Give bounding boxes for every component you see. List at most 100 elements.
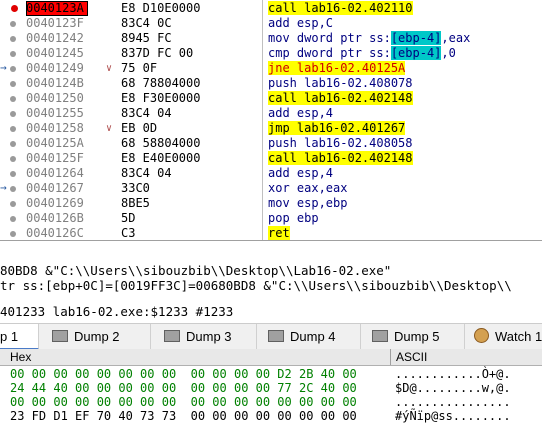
instruction: add esp,C <box>268 16 334 30</box>
breakpoint-icon[interactable] <box>11 5 18 12</box>
gutter[interactable] <box>0 46 26 61</box>
line-dot-icon[interactable] <box>10 171 16 177</box>
address: 0040125F <box>26 151 84 165</box>
disasm-row[interactable]: 00401245 837D FC 00 cmp dword ptr ss:[ebp-… <box>0 46 542 61</box>
opcode-bytes: 33C0 <box>121 181 150 195</box>
gutter[interactable] <box>0 226 26 240</box>
instruction: pop ebp <box>268 211 319 225</box>
gutter[interactable] <box>0 196 26 211</box>
gutter[interactable] <box>0 166 26 181</box>
disasm-row[interactable]: 0040126B 5D pop ebp <box>0 211 542 226</box>
gutter[interactable] <box>0 31 26 46</box>
opcode-bytes: E8 D10E0000 <box>121 1 201 15</box>
opcode-bytes: 75 0F <box>121 61 158 75</box>
gutter[interactable] <box>0 211 26 226</box>
opcode-bytes: 8BE5 <box>121 196 150 210</box>
tab-dump-5[interactable]: Dump 5 <box>360 324 465 350</box>
tab-watch-1[interactable]: Watch 1 <box>464 324 542 350</box>
dump-tab-bar: p 1 Dump 2 Dump 3 Dump 4 Dump 5 Watch 1 <box>0 323 542 351</box>
tab-label: Dump 2 <box>74 329 120 344</box>
line-dot-icon[interactable] <box>10 231 16 237</box>
disasm-row[interactable]: 0040125F E8 E40E0000 call lab16-02.402148 <box>0 151 542 166</box>
dump-icon <box>372 330 388 342</box>
tab-dump-1[interactable]: p 1 <box>0 324 39 350</box>
address: 00401267 <box>26 181 84 195</box>
gutter[interactable] <box>0 1 26 16</box>
hex-bytes: 24 44 40 00 00 00 00 00 00 00 00 00 77 2… <box>10 381 357 395</box>
tab-dump-4[interactable]: Dump 4 <box>256 324 361 350</box>
gutter[interactable] <box>0 136 26 151</box>
line-dot-icon[interactable] <box>10 66 16 72</box>
line-dot-icon[interactable] <box>10 111 16 117</box>
opcode-bytes: 68 78804000 <box>121 76 201 90</box>
disasm-row[interactable]: 0040126C C3 ret <box>0 226 542 240</box>
disasm-row[interactable]: 0040125A 68 58804000 push lab16-02.408058 <box>0 136 542 151</box>
instruction: xor eax,eax <box>268 181 348 195</box>
address: 00401250 <box>26 91 84 105</box>
dump-icon <box>268 330 284 342</box>
address: 0040126B <box>26 211 84 225</box>
tab-label: Watch 1 <box>495 329 542 344</box>
tab-label: Dump 5 <box>394 329 440 344</box>
watch-icon <box>474 328 489 343</box>
hex-row[interactable]: 00 00 00 00 00 00 00 00 00 00 00 00 00 0… <box>0 395 542 409</box>
line-dot-icon[interactable] <box>10 186 16 192</box>
line-dot-icon[interactable] <box>10 21 16 27</box>
info-line-1: 80BD8 &"C:\\Users\\sibouzbib\\Desktop\\L… <box>0 263 392 278</box>
gutter[interactable] <box>0 151 26 166</box>
line-dot-icon[interactable] <box>10 51 16 57</box>
disasm-row[interactable]: 00401249 ∨ 75 0F jne lab16-02.40125A <box>0 61 542 76</box>
gutter[interactable] <box>0 106 26 121</box>
opcode-bytes: 8945 FC <box>121 31 172 45</box>
gutter[interactable] <box>0 91 26 106</box>
opcode-bytes: 5D <box>121 211 136 225</box>
instruction: ret <box>268 226 290 240</box>
tab-dump-2[interactable]: Dump 2 <box>40 324 151 350</box>
disasm-row[interactable]: 00401250 E8 F30E0000 call lab16-02.402148 <box>0 91 542 106</box>
disasm-row[interactable]: 0040124B 68 78804000 push lab16-02.408078 <box>0 76 542 91</box>
disasm-row[interactable]: 0040123A E8 D10E0000 call lab16-02.402110 <box>0 1 542 16</box>
info-line-2: tr ss:[ebp+0C]=[0019FF3C]=00680BD8 &"C:\… <box>0 278 512 293</box>
line-dot-icon[interactable] <box>10 81 16 87</box>
disasm-row[interactable]: 00401242 8945 FC mov dword ptr ss:[ebp-4],… <box>0 31 542 46</box>
opcode-bytes: EB 0D <box>121 121 158 135</box>
hex-bytes: 00 00 00 00 00 00 00 00 00 00 00 00 D2 2… <box>10 367 357 381</box>
disasm-row[interactable]: 00401258 ∨ EB 0D jmp lab16-02.401267 <box>0 121 542 136</box>
opcode-bytes: 68 58804000 <box>121 136 201 150</box>
disasm-row[interactable]: 00401255 83C4 04 add esp,4 <box>0 106 542 121</box>
line-dot-icon[interactable] <box>10 96 16 102</box>
disasm-row[interactable]: 00401264 83C4 04 add esp,4 <box>0 166 542 181</box>
instruction: call lab16-02.402110 <box>268 1 413 15</box>
instruction: call lab16-02.402148 <box>268 91 413 105</box>
disassembly-view[interactable]: 0040123A E8 D10E0000 call lab16-02.402110 0… <box>0 0 542 240</box>
info-line-3: 401233 lab16-02.exe:$1233 #1233 <box>0 304 234 319</box>
tab-dump-3[interactable]: Dump 3 <box>152 324 257 350</box>
jump-marker-icon: ∨ <box>106 63 113 74</box>
line-dot-icon[interactable] <box>10 141 16 147</box>
instruction: call lab16-02.402148 <box>268 151 413 165</box>
tab-label: Dump 4 <box>290 329 336 344</box>
hex-row[interactable]: 24 44 40 00 00 00 00 00 00 00 00 00 77 2… <box>0 381 542 395</box>
gutter[interactable] <box>0 121 26 136</box>
gutter[interactable] <box>0 16 26 31</box>
address: 00401249 <box>26 61 84 75</box>
opcode-bytes: E8 E40E0000 <box>121 151 201 165</box>
disasm-row[interactable]: 0040123F 83C4 0C add esp,C <box>0 16 542 31</box>
tab-label: p 1 <box>0 329 19 344</box>
gutter[interactable] <box>0 76 26 91</box>
hex-dump-view[interactable]: 00 00 00 00 00 00 00 00 00 00 00 00 D2 2… <box>0 366 542 423</box>
disasm-row[interactable]: 00401267 33C0 xor eax,eax <box>0 181 542 196</box>
line-dot-icon[interactable] <box>10 201 16 207</box>
line-dot-icon[interactable] <box>10 216 16 222</box>
disasm-row[interactable]: 00401269 8BE5 mov esp,ebp <box>0 196 542 211</box>
address: 00401245 <box>26 46 84 60</box>
address: 0040126C <box>26 226 84 240</box>
jump-marker-icon: ∨ <box>106 123 113 134</box>
opcode-bytes: 83C4 04 <box>121 166 172 180</box>
opcode-bytes: C3 <box>121 226 136 240</box>
hex-row[interactable]: 00 00 00 00 00 00 00 00 00 00 00 00 D2 2… <box>0 367 542 381</box>
line-dot-icon[interactable] <box>10 126 16 132</box>
address: 0040123A <box>26 1 88 16</box>
line-dot-icon[interactable] <box>10 36 16 42</box>
line-dot-icon[interactable] <box>10 156 16 162</box>
